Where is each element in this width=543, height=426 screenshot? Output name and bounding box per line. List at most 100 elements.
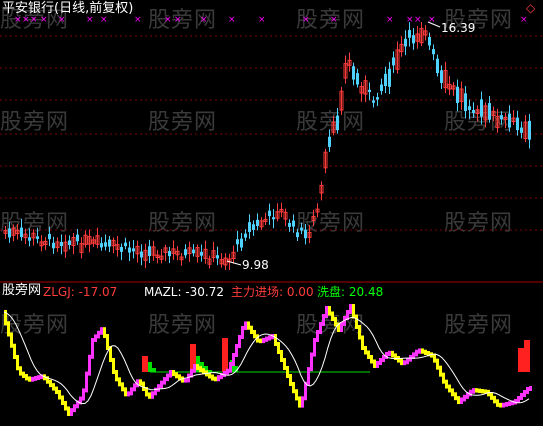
fall-bar [115, 370, 118, 382]
indicator-zhuli-jinchang: 主力进场: 0.00 [231, 285, 314, 299]
fall-bar [172, 370, 175, 377]
fall-bar [331, 311, 334, 321]
fall-bar [478, 388, 481, 393]
fall-bar [391, 350, 394, 358]
candle-down [520, 127, 523, 133]
fall-bar [457, 396, 460, 404]
fall-bar [112, 358, 115, 374]
rise-bar [340, 322, 343, 332]
candle-down [256, 219, 259, 227]
fall-bar [436, 358, 439, 370]
candle-down [128, 247, 131, 253]
fall-bar [106, 334, 109, 350]
indicator-zlgj: ZLGJ: -17.07 [43, 285, 118, 299]
rise-bar [517, 396, 520, 403]
candle-down [36, 236, 39, 239]
rise-bar [319, 322, 322, 334]
candle-down [292, 220, 295, 227]
fall-bar [61, 395, 64, 405]
fall-bar [124, 387, 127, 397]
candle-down [436, 58, 439, 74]
fall-bar [55, 386, 58, 394]
candle-down [428, 37, 431, 46]
rise-bar [244, 321, 247, 330]
fall-bar [10, 332, 13, 348]
fall-bar [451, 388, 454, 397]
chart-window[interactable]: 股旁网 股旁网 股旁网 股旁网 股旁网 股旁网 股旁网 股旁网 股旁网 股旁网 … [0, 0, 543, 426]
rise-bar [238, 335, 241, 348]
rise-bar [262, 337, 265, 344]
fall-bar [352, 304, 355, 319]
candle-down [60, 241, 63, 247]
rise-bar [310, 352, 313, 372]
fall-bar [283, 358, 286, 370]
candle-down [480, 99, 483, 117]
candle-down [148, 246, 151, 257]
candle-down [516, 117, 519, 131]
fall-bar [103, 327, 106, 338]
rise-bar [37, 375, 40, 380]
rise-bar [502, 402, 505, 408]
candle-down [352, 66, 355, 80]
candle-down [104, 242, 107, 247]
fall-bar [481, 389, 484, 394]
fall-bar [19, 366, 22, 376]
fall-bar [439, 365, 442, 377]
window-title: 平安银行(日线,前复权) [2, 1, 134, 16]
candle-down [248, 222, 251, 233]
candle-down [124, 242, 127, 247]
fall-bar [139, 379, 142, 386]
fall-bar [400, 358, 403, 366]
candle-down [472, 109, 475, 114]
candle-down [304, 229, 307, 239]
rise-bar [403, 360, 406, 366]
fall-bar [493, 395, 496, 404]
candle-down [200, 251, 203, 256]
fall-bar [289, 374, 292, 386]
x-marker-icon: × [406, 15, 414, 25]
rise-bar [418, 348, 421, 354]
candle-down [120, 246, 123, 252]
fall-bar [214, 376, 217, 382]
x-marker-icon: × [200, 15, 208, 25]
candle-down [168, 251, 171, 257]
candle-down [500, 115, 503, 120]
fall-bar [298, 396, 301, 408]
fall-bar [118, 377, 121, 387]
candle-down [464, 93, 467, 112]
rise-bar [322, 314, 325, 326]
rise-bar [376, 361, 379, 368]
x-marker-icon: × [86, 15, 94, 25]
rise-bar [133, 383, 136, 392]
rise-bar [229, 362, 232, 373]
rise-bar [382, 355, 385, 362]
rise-bar [217, 375, 220, 382]
fall-bar [373, 359, 376, 368]
rise-bar [169, 370, 172, 378]
fall-bar [121, 382, 124, 392]
rise-bar [88, 354, 91, 376]
candle-down [108, 239, 111, 247]
rise-bar [166, 373, 169, 382]
fall-bar [58, 390, 61, 400]
rise-bar [151, 391, 154, 399]
fall-bar [421, 348, 424, 354]
candle-down [376, 97, 379, 100]
fall-bar [355, 314, 358, 329]
fall-bar [448, 384, 451, 393]
rise-bar [406, 357, 409, 365]
fall-bar [253, 330, 256, 339]
candle-down [300, 227, 303, 231]
low-price-label: 9.98 [242, 258, 269, 272]
rise-bar [469, 389, 472, 397]
candle-down [20, 227, 23, 238]
top-right-diamond-icon[interactable]: ◇ [526, 1, 535, 15]
candle-down [184, 249, 187, 256]
rise-bar [235, 344, 238, 357]
rise-bar [91, 338, 94, 359]
fall-bar [367, 350, 370, 359]
price-chart-canvas[interactable]: × × × × × × × × × × × × × × × × × × × × [0, 0, 543, 426]
fall-bar [16, 355, 19, 371]
candle-down [356, 73, 359, 85]
x-marker-icon: × [134, 15, 142, 25]
